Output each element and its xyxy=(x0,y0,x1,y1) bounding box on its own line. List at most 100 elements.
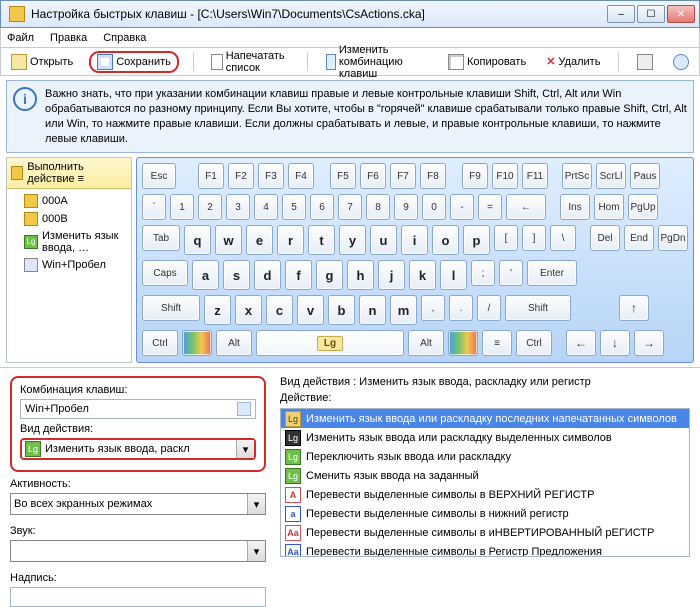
key-period[interactable]: . xyxy=(449,295,473,321)
key-pause[interactable]: Paus xyxy=(630,163,660,189)
key-up[interactable]: ↑ xyxy=(619,295,649,321)
minimize-button[interactable]: – xyxy=(607,5,635,23)
key-down[interactable]: ↓ xyxy=(600,330,630,356)
action-row[interactable]: LgПереключить язык ввода или раскладку xyxy=(281,447,689,466)
key-9[interactable]: 9 xyxy=(394,194,418,220)
key-scrll[interactable]: ScrLl xyxy=(596,163,626,189)
key-b[interactable]: b xyxy=(328,295,355,325)
key-m[interactable]: m xyxy=(390,295,417,325)
help-button[interactable] xyxy=(669,52,693,72)
key-lwin[interactable] xyxy=(182,330,212,356)
action-row[interactable]: aПеревести выделенные символы в нижний р… xyxy=(281,504,689,523)
key-w[interactable]: w xyxy=(215,225,242,255)
action-row[interactable]: LgСменить язык ввода на заданный xyxy=(281,466,689,485)
key-8[interactable]: 8 xyxy=(366,194,390,220)
tree-item-000a[interactable]: 000A xyxy=(10,192,128,210)
open-button[interactable]: Открыть xyxy=(7,52,77,72)
key-3[interactable]: 3 xyxy=(226,194,250,220)
key-eq[interactable]: = xyxy=(478,194,502,220)
key-minus[interactable]: - xyxy=(450,194,474,220)
key-pgup[interactable]: PgUp xyxy=(628,194,658,220)
key-f11[interactable]: F11 xyxy=(522,163,548,189)
action-list[interactable]: LgИзменить язык ввода или раскладку посл… xyxy=(280,408,690,557)
key-g[interactable]: g xyxy=(316,260,343,290)
action-row[interactable]: LgИзменить язык ввода или раскладку выде… xyxy=(281,428,689,447)
key-comma[interactable]: , xyxy=(421,295,445,321)
key-f4[interactable]: F4 xyxy=(288,163,314,189)
delete-button[interactable]: ✕Удалить xyxy=(542,53,604,70)
key-f6[interactable]: F6 xyxy=(360,163,386,189)
key-rwin[interactable] xyxy=(448,330,478,356)
tree-item-lang[interactable]: LgИзменить язык ввода, … xyxy=(10,228,128,256)
copy-button[interactable]: Копировать xyxy=(444,52,530,72)
key-r[interactable]: r xyxy=(277,225,304,255)
action-row[interactable]: LgИзменить язык ввода или раскладку посл… xyxy=(281,409,689,428)
key-d[interactable]: d xyxy=(254,260,281,290)
save-button[interactable]: Сохранить xyxy=(89,51,179,73)
key-z[interactable]: z xyxy=(204,295,231,325)
key-bslash[interactable]: \ xyxy=(550,225,576,251)
key-lalt[interactable]: Alt xyxy=(216,330,252,356)
key-t[interactable]: t xyxy=(308,225,335,255)
key-pgdn[interactable]: PgDn xyxy=(658,225,688,251)
key-f9[interactable]: F9 xyxy=(462,163,488,189)
tree-item-hotkey[interactable]: Win+Пробел xyxy=(10,256,128,274)
key-e[interactable]: e xyxy=(246,225,273,255)
key-ins[interactable]: Ins xyxy=(560,194,590,220)
key-backspace[interactable]: ← xyxy=(506,194,546,220)
key-f5[interactable]: F5 xyxy=(330,163,356,189)
action-row[interactable]: AПеревести выделенные символы в ВЕРХНИЙ … xyxy=(281,485,689,504)
key-right[interactable]: → xyxy=(634,330,664,356)
key-semicolon[interactable]: ; xyxy=(471,260,495,286)
key-rctrl[interactable]: Ctrl xyxy=(516,330,552,356)
close-button[interactable]: ✕ xyxy=(667,5,695,23)
key-q[interactable]: q xyxy=(184,225,211,255)
key-f1[interactable]: F1 xyxy=(198,163,224,189)
key-c[interactable]: c xyxy=(266,295,293,325)
key-esc[interactable]: Esc xyxy=(142,163,176,189)
key-home[interactable]: Hom xyxy=(594,194,624,220)
menu-edit[interactable]: Правка xyxy=(50,32,87,44)
key-apostrophe[interactable]: ' xyxy=(499,260,523,286)
key-a[interactable]: a xyxy=(192,260,219,290)
key-tab[interactable]: Tab xyxy=(142,225,180,251)
action-row[interactable]: AaПеревести выделенные символы в иНВЕРТИ… xyxy=(281,523,689,542)
key-left[interactable]: ← xyxy=(566,330,596,356)
print-button[interactable]: Напечатать список xyxy=(207,48,293,76)
key-caps[interactable]: Caps xyxy=(142,260,188,286)
edit-combo-button[interactable]: Изменить комбинацию клавиш xyxy=(322,42,432,82)
key-lctrl[interactable]: Ctrl xyxy=(142,330,178,356)
key-4[interactable]: 4 xyxy=(254,194,278,220)
key-i[interactable]: i xyxy=(401,225,428,255)
key-menu[interactable]: ≡ xyxy=(482,330,512,356)
key-f7[interactable]: F7 xyxy=(390,163,416,189)
key-lshift[interactable]: Shift xyxy=(142,295,200,321)
input-icon[interactable] xyxy=(237,402,251,416)
key-2[interactable]: 2 xyxy=(198,194,222,220)
caption-input[interactable] xyxy=(10,587,266,607)
key-0[interactable]: 0 xyxy=(422,194,446,220)
key-k[interactable]: k xyxy=(409,260,436,290)
key-v[interactable]: v xyxy=(297,295,324,325)
action-type-combo[interactable]: Lg Изменить язык ввода, раскл ▾ xyxy=(20,438,256,460)
key-slash[interactable]: / xyxy=(477,295,501,321)
key-f10[interactable]: F10 xyxy=(492,163,518,189)
key-ralt[interactable]: Alt xyxy=(408,330,444,356)
key-h[interactable]: h xyxy=(347,260,374,290)
action-row[interactable]: AaПеревести выделенные символы в Регистр… xyxy=(281,542,689,557)
key-end[interactable]: End xyxy=(624,225,654,251)
key-tilde[interactable]: ` xyxy=(142,194,166,220)
maximize-button[interactable]: ☐ xyxy=(637,5,665,23)
menu-help[interactable]: Справка xyxy=(103,32,146,44)
toolbar-extra-1[interactable] xyxy=(633,52,657,72)
key-space[interactable]: Lg xyxy=(256,330,404,356)
key-l[interactable]: l xyxy=(440,260,467,290)
action-tree[interactable]: Выполнить действие ≡ 000A 000B LgИзменит… xyxy=(6,157,132,363)
key-f[interactable]: f xyxy=(285,260,312,290)
key-u[interactable]: u xyxy=(370,225,397,255)
key-6[interactable]: 6 xyxy=(310,194,334,220)
key-j[interactable]: j xyxy=(378,260,405,290)
combo-input[interactable]: Win+Пробел xyxy=(20,399,256,419)
key-del[interactable]: Del xyxy=(590,225,620,251)
key-enter[interactable]: Enter xyxy=(527,260,577,286)
